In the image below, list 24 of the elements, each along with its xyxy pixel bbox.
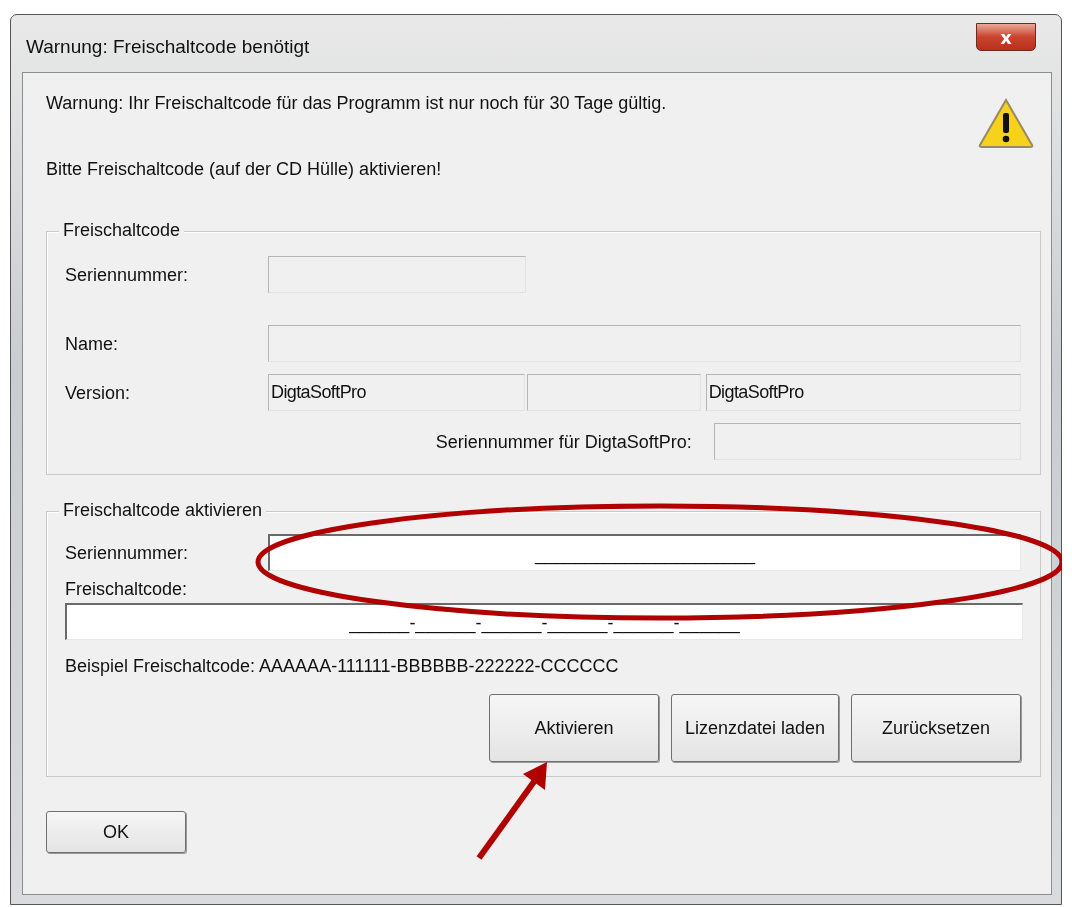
- instruction-message: Bitte Freischaltcode (auf der CD Hülle) aktivieren!: [46, 158, 443, 181]
- field-label: Version:: [65, 381, 132, 405]
- input-field[interactable]: ______-______-______-______-______-______: [65, 603, 1023, 640]
- input-field[interactable]: [268, 256, 526, 293]
- field-label: Name:: [65, 332, 119, 356]
- field-label: Seriennummer:: [65, 263, 190, 287]
- input-field[interactable]: ______________________: [268, 534, 1021, 571]
- warning-icon: [977, 97, 1035, 149]
- action-button[interactable]: Zurücksetzen: [851, 694, 1021, 762]
- warning-message: Warnung: Ihr Freischaltcode für das Programm ist nur noch für 30 Tage gültig.: [46, 92, 667, 115]
- input-field[interactable]: DigtaSoftPro: [268, 374, 525, 411]
- field-label: Seriennummer:: [65, 541, 190, 565]
- input-field[interactable]: DigtaSoftPro: [705, 374, 1021, 411]
- close-button[interactable]: x: [976, 23, 1036, 51]
- ok-button[interactable]: OK: [46, 811, 186, 853]
- field-label: Seriennummer für DigtaSoftPro:: [434, 430, 693, 454]
- input-field[interactable]: [526, 374, 701, 411]
- field-label: Freischaltcode:: [65, 578, 189, 601]
- example-text: Beispiel Freischaltcode: AAAAAA-111111-BBBBBB-222222-CCCCCC: [65, 655, 620, 678]
- input-field[interactable]: [268, 325, 1021, 362]
- input-field[interactable]: [713, 423, 1021, 460]
- action-button[interactable]: Aktivieren: [489, 694, 659, 762]
- action-button[interactable]: Lizenzdatei laden: [671, 694, 839, 762]
- window-title: Warnung: Freischaltcode benötigt: [25, 35, 310, 58]
